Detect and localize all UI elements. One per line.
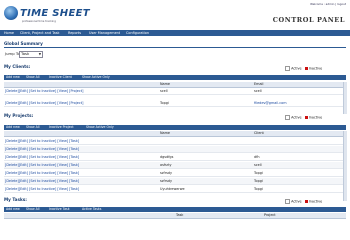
tasks-active[interactable]: Active Tasks: [82, 207, 101, 212]
nav-user-management[interactable]: User Management: [89, 30, 120, 36]
cell-name: asfsrty: [160, 163, 172, 167]
col-task: Task: [176, 213, 184, 217]
col-client: Client: [254, 131, 264, 135]
top-links[interactable]: Welcome : admin | logout: [310, 2, 346, 6]
tasks-toolbar: Add new Show All Inactive Task Active Ta…: [4, 207, 346, 212]
table-row: [Delete][Edit] [Set to Inactive] [View] …: [4, 154, 343, 162]
nav-reports[interactable]: Reports: [68, 30, 81, 36]
projects-show-active[interactable]: Show Active Only: [86, 125, 114, 130]
tasks-show-all[interactable]: Show All: [26, 207, 40, 212]
inactive-legend-icon: [304, 67, 308, 70]
cell-email[interactable]: filedev@gmail.com: [254, 101, 287, 105]
logo-globe-icon: [4, 6, 18, 20]
clients-inactive[interactable]: Inactive Client: [49, 75, 72, 80]
cell-name: Topgi: [160, 101, 169, 105]
global-summary-title: Global Summary: [4, 41, 43, 46]
panel-title: CONTROL PANEL: [272, 16, 345, 24]
tasks-table-header: Task Project: [4, 213, 346, 219]
active-legend-icon: [285, 115, 290, 120]
cell-name: scell: [160, 89, 168, 93]
projects-toolbar: Add new Show All Inactive Project Show A…: [4, 125, 346, 130]
cell-name: Uyuhtrewerwe: [160, 187, 185, 191]
projects-table-header: Name Client: [4, 131, 343, 137]
legend-inactive-label: Inactive: [308, 66, 323, 71]
row-actions[interactable]: [Delete][Edit] [Set to Inactive] [View] …: [5, 147, 79, 151]
table-row: [Delete][Edit] [Set to Inactive] [View] …: [4, 88, 343, 96]
table-row: [Delete][Edit] [Set to Inactive] [View] …: [4, 170, 343, 178]
clients-table-header: Name Email: [4, 82, 343, 88]
col-project: Project: [264, 213, 276, 217]
cell-client: dfh: [254, 155, 260, 159]
row-actions[interactable]: [Delete][Edit] [Set to Inactive] [View] …: [5, 139, 79, 143]
table-row: [Delete][Edit] [Set to Inactive] [View] …: [4, 138, 343, 146]
row-actions[interactable]: [Delete][Edit] [Set to Inactive] [View] …: [5, 171, 79, 175]
inactive-legend-icon: [304, 200, 308, 203]
projects-title: My Projects:: [4, 113, 34, 118]
cell-email: scell: [254, 89, 262, 93]
tasks-add-new[interactable]: Add new: [6, 207, 20, 212]
clients-show-all[interactable]: Show All: [26, 75, 40, 80]
nav-client-project-task[interactable]: Client, Project and Task: [20, 30, 59, 36]
row-actions[interactable]: [Delete][Edit] [Set to Inactive] [View] …: [5, 89, 83, 93]
cell-name: szfrsdy: [160, 179, 173, 183]
legend: Active Inactive: [285, 199, 322, 204]
header: TIME SHEET professional time tracking We…: [0, 0, 350, 30]
clients-add-new[interactable]: Add new: [6, 75, 20, 80]
legend-active-label: Active: [291, 115, 302, 120]
active-legend-icon: [285, 66, 290, 71]
projects-scrollbar[interactable]: [343, 131, 347, 201]
jump-to-select[interactable]: Task ▼: [19, 51, 43, 58]
inactive-legend-icon: [304, 116, 308, 119]
legend-active-label: Active: [291, 199, 302, 204]
cell-client: Topgi: [254, 179, 263, 183]
projects-show-all[interactable]: Show All: [26, 125, 40, 130]
nav-configuration[interactable]: Configuration: [126, 30, 149, 36]
main-nav: Home Client, Project and Task Reports Us…: [0, 30, 350, 36]
col-name: Name: [160, 82, 171, 86]
logo-tagline: professional time tracking: [22, 20, 56, 23]
tasks-title: My Tasks:: [4, 197, 27, 202]
clients-scrollbar[interactable]: [343, 82, 347, 114]
table-row: [Delete][Edit] [Set to Inactive] [View] …: [4, 100, 343, 108]
tasks-inactive[interactable]: Inactive Task: [49, 207, 70, 212]
col-email: Email: [254, 82, 264, 86]
row-actions[interactable]: [Delete][Edit] [Set to Inactive] [View] …: [5, 179, 79, 183]
divider: [4, 47, 346, 48]
table-row: [Delete][Edit] [Set to Inactive] [View] …: [4, 186, 343, 194]
table-row: [Delete][Edit] [Set to Inactive] [View] …: [4, 162, 343, 170]
logo: TIME SHEET: [20, 8, 90, 19]
legend: Active Inactive: [285, 66, 322, 71]
table-row: [Delete][Edit] [Set to Inactive] [View] …: [4, 146, 343, 154]
projects-add-new[interactable]: Add new: [6, 125, 20, 130]
nav-home[interactable]: Home: [4, 30, 14, 36]
row-actions[interactable]: [Delete][Edit] [Set to Inactive] [View] …: [5, 101, 83, 105]
active-legend-icon: [285, 199, 290, 204]
cell-name: szfrsdy: [160, 171, 173, 175]
cell-name: dgsdfgs: [160, 155, 174, 159]
clients-title: My Clients:: [4, 64, 31, 69]
row-actions[interactable]: [Delete][Edit] [Set to Inactive] [View] …: [5, 155, 79, 159]
legend-inactive-label: Inactive: [308, 115, 323, 120]
jump-to-value: Task: [21, 51, 30, 56]
clients-show-active[interactable]: Show Active Only: [82, 75, 110, 80]
col-name: Name: [160, 131, 171, 135]
legend: Active Inactive: [285, 115, 322, 120]
cell-client: scell: [254, 163, 262, 167]
legend-inactive-label: Inactive: [308, 199, 323, 204]
chevron-down-icon: ▼: [38, 52, 41, 56]
table-row: [Delete][Edit] [Set to Inactive] [View] …: [4, 178, 343, 186]
cell-client: Topgi: [254, 187, 263, 191]
row-actions[interactable]: [Delete][Edit] [Set to Inactive] [View] …: [5, 163, 79, 167]
cell-client: Topgi: [254, 171, 263, 175]
legend-active-label: Active: [291, 66, 302, 71]
clients-toolbar: Add new Show All Inactive Client Show Ac…: [4, 75, 346, 80]
row-actions[interactable]: [Delete][Edit] [Set to Inactive] [View] …: [5, 187, 79, 191]
projects-inactive[interactable]: Inactive Project: [49, 125, 74, 130]
